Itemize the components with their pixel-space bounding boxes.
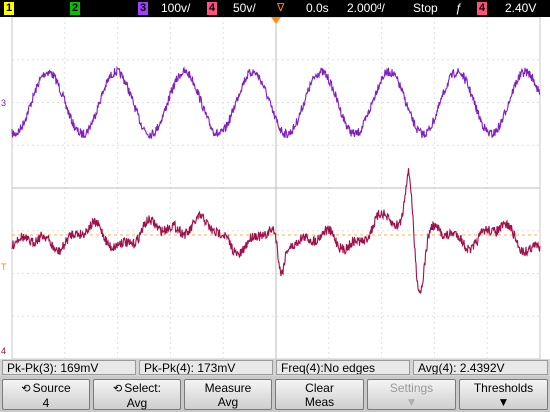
rotate-knob-icon: ⟲ xyxy=(21,383,31,395)
ch4-scale: 50ᴠ/ xyxy=(233,1,256,15)
source-softkey-label: Source xyxy=(32,381,71,395)
measurement-pkpk-ch3: Pk-Pk(3): 169mV xyxy=(2,360,136,375)
trigger-level-marker: T xyxy=(1,262,7,272)
time-delay: 0.0s xyxy=(306,1,329,15)
status-bar: 1 2 3 100ᴠ/ 4 50ᴠ/ ∇ 0.0s 2.000ᵈ/ Stop ƒ… xyxy=(0,0,550,17)
measure-softkey-label: Measure xyxy=(204,381,252,395)
clear-softkey-value: Meas xyxy=(304,395,335,409)
source-softkey[interactable]: ⟲ Source 4 xyxy=(2,379,90,410)
trigger-level: 2.40V xyxy=(505,1,537,15)
ch3-indicator[interactable]: 3 xyxy=(138,2,148,15)
measure-softkey[interactable]: Measure Avg xyxy=(184,379,272,410)
waveform-display: 3 T 4 xyxy=(1,17,541,359)
select-softkey-value: Avg xyxy=(126,396,148,410)
settings-down-arrow-icon: ▼ xyxy=(405,395,418,409)
measure-softkey-value: Avg xyxy=(217,395,239,409)
ch3-ground-marker: 3 xyxy=(1,98,6,108)
softkey-bar: ⟲ Source 4 ⟲ Select: Avg Measure Avg Clear… xyxy=(0,376,550,412)
delay-marker-icon: ∇ xyxy=(277,2,285,14)
rising-edge-icon: ƒ xyxy=(455,1,462,15)
select-softkey[interactable]: ⟲ Select: Avg xyxy=(93,379,181,410)
measurement-avg-ch4: Avg(4): 2.4392V xyxy=(413,360,548,375)
thresholds-softkey[interactable]: Thresholds ▼ xyxy=(459,379,548,410)
ch4-ground-marker: 4 xyxy=(1,346,6,356)
thresholds-softkey-label: Thresholds xyxy=(473,381,534,395)
ch3-scale: 100ᴠ/ xyxy=(161,1,191,15)
trigger-source-indicator: 4 xyxy=(477,2,487,15)
settings-softkey[interactable]: Settings ▼ xyxy=(367,379,456,410)
source-softkey-value: 4 xyxy=(42,396,50,410)
clear-meas-softkey[interactable]: Clear Meas xyxy=(275,379,364,410)
trigger-position-icon xyxy=(271,17,281,24)
thresholds-down-arrow-icon: ▼ xyxy=(497,395,510,409)
run-state: Stop xyxy=(413,1,438,15)
ch2-indicator[interactable]: 2 xyxy=(70,2,80,15)
select-softkey-label: Select: xyxy=(124,381,161,395)
rotate-knob-icon: ⟲ xyxy=(113,383,123,395)
measurement-freq-ch4: Freq(4):No edges xyxy=(276,360,410,375)
ch4-indicator[interactable]: 4 xyxy=(207,2,217,15)
clear-softkey-label: Clear xyxy=(305,381,334,395)
time-base: 2.000ᵈ/ xyxy=(347,1,385,15)
measurement-bar: Pk-Pk(3): 169mV Pk-Pk(4): 173mV Freq(4):… xyxy=(0,359,550,376)
graticule xyxy=(11,17,541,359)
settings-softkey-label: Settings xyxy=(389,381,434,395)
measurement-pkpk-ch4: Pk-Pk(4): 173mV xyxy=(139,360,273,375)
ch1-indicator[interactable]: 1 xyxy=(4,2,14,15)
